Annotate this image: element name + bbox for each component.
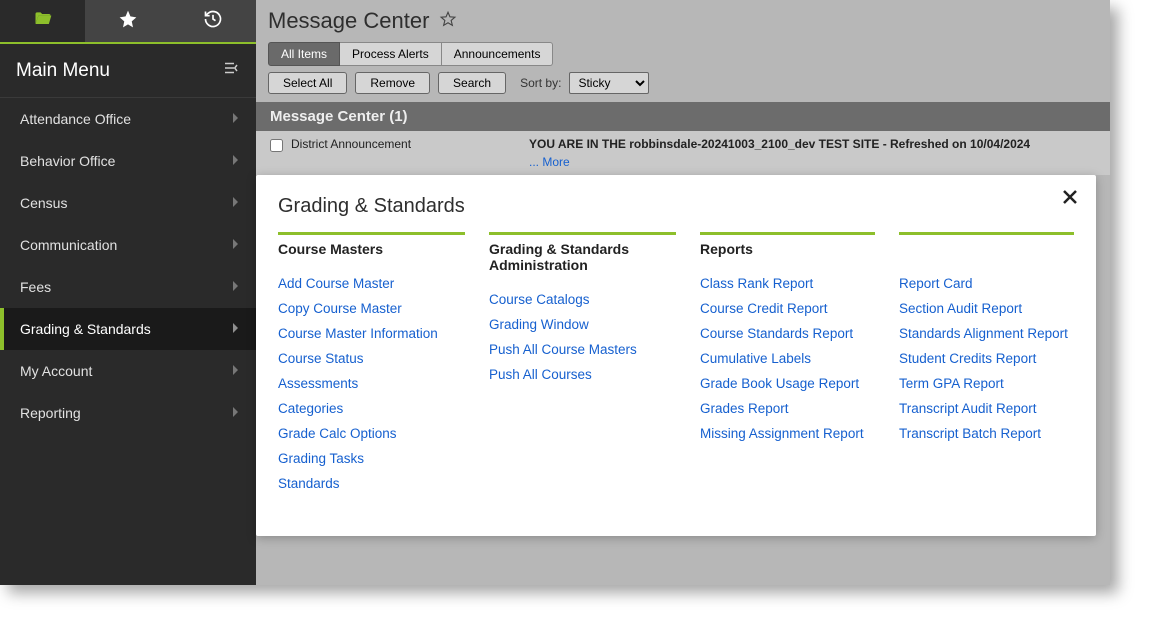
history-tab[interactable] <box>171 0 256 42</box>
link-grading-window[interactable]: Grading Window <box>489 312 676 337</box>
sidebar-item-communication[interactable]: Communication <box>0 224 256 266</box>
sort-by-label: Sort by: <box>520 76 561 90</box>
main-menu-title: Main Menu <box>16 60 110 82</box>
sidebar-item-grading-standards[interactable]: Grading & Standards <box>0 308 256 350</box>
collapse-icon[interactable] <box>222 59 240 82</box>
page-title: Message Center <box>268 8 429 34</box>
link-grade-book-usage-report[interactable]: Grade Book Usage Report <box>700 371 875 396</box>
star-icon <box>118 9 138 34</box>
link-list: Report Card Section Audit Report Standar… <box>899 271 1074 446</box>
chevron-right-icon <box>232 195 240 211</box>
sidebar-item-fees[interactable]: Fees <box>0 266 256 308</box>
link-section-audit-report[interactable]: Section Audit Report <box>899 296 1074 321</box>
link-cumulative-labels[interactable]: Cumulative Labels <box>700 346 875 371</box>
sidebar-item-my-account[interactable]: My Account <box>0 350 256 392</box>
favorite-star-icon[interactable] <box>439 10 457 33</box>
sidebar-item-label: My Account <box>20 363 92 379</box>
sidebar-item-label: Behavior Office <box>20 153 115 169</box>
sidebar: Main Menu Attendance Office Behavior Off… <box>0 0 256 585</box>
link-course-status[interactable]: Course Status <box>278 346 465 371</box>
message-title: District Announcement <box>291 137 521 151</box>
message-body: YOU ARE IN THE robbinsdale-20241003_2100… <box>529 137 1096 169</box>
link-course-credit-report[interactable]: Course Credit Report <box>700 296 875 321</box>
chevron-right-icon <box>232 237 240 253</box>
close-icon <box>1062 192 1078 209</box>
link-list: Add Course Master Copy Course Master Cou… <box>278 271 465 496</box>
message-center-section-head: Message Center (1) <box>256 102 1110 131</box>
col-head-blank <box>899 232 1074 263</box>
flyout-title: Grading & Standards <box>278 195 1074 218</box>
search-button[interactable]: Search <box>438 72 506 94</box>
link-copy-course-master[interactable]: Copy Course Master <box>278 296 465 321</box>
link-push-all-course-masters[interactable]: Push All Course Masters <box>489 337 676 362</box>
link-list: Class Rank Report Course Credit Report C… <box>700 271 875 446</box>
grading-standards-flyout: Grading & Standards Course Masters Add C… <box>256 175 1096 536</box>
main-menu-header: Main Menu <box>0 44 256 98</box>
sort-select[interactable]: Sticky <box>569 72 649 94</box>
message-row[interactable]: District Announcement YOU ARE IN THE rob… <box>256 131 1110 175</box>
more-link[interactable]: ... More <box>529 155 570 169</box>
sidebar-topbar <box>0 0 256 44</box>
flyout-columns: Course Masters Add Course Master Copy Co… <box>278 232 1074 496</box>
link-course-standards-report[interactable]: Course Standards Report <box>700 321 875 346</box>
chevron-right-icon <box>232 363 240 379</box>
sidebar-item-label: Census <box>20 195 67 211</box>
history-icon <box>203 9 223 34</box>
sidebar-item-attendance-office[interactable]: Attendance Office <box>0 98 256 140</box>
col-head: Reports <box>700 232 875 263</box>
link-assessments[interactable]: Assessments <box>278 371 465 396</box>
link-standards[interactable]: Standards <box>278 471 465 496</box>
folder-open-icon <box>33 9 53 34</box>
sidebar-item-label: Fees <box>20 279 51 295</box>
link-grade-calc-options[interactable]: Grade Calc Options <box>278 421 465 446</box>
chevron-right-icon <box>232 111 240 127</box>
link-course-catalogs[interactable]: Course Catalogs <box>489 287 676 312</box>
link-transcript-batch-report[interactable]: Transcript Batch Report <box>899 421 1074 446</box>
link-report-card[interactable]: Report Card <box>899 271 1074 296</box>
link-push-all-courses[interactable]: Push All Courses <box>489 362 676 387</box>
chevron-right-icon <box>232 279 240 295</box>
sidebar-item-reporting[interactable]: Reporting <box>0 392 256 434</box>
sidebar-item-census[interactable]: Census <box>0 182 256 224</box>
sidebar-item-behavior-office[interactable]: Behavior Office <box>0 140 256 182</box>
remove-button[interactable]: Remove <box>355 72 430 94</box>
link-class-rank-report[interactable]: Class Rank Report <box>700 271 875 296</box>
chevron-right-icon <box>232 405 240 421</box>
message-checkbox[interactable] <box>270 139 283 152</box>
link-grades-report[interactable]: Grades Report <box>700 396 875 421</box>
link-missing-assignment-report[interactable]: Missing Assignment Report <box>700 421 875 446</box>
tab-all-items[interactable]: All Items <box>268 42 340 66</box>
link-course-master-information[interactable]: Course Master Information <box>278 321 465 346</box>
sidebar-item-label: Communication <box>20 237 117 253</box>
col-head: Course Masters <box>278 232 465 263</box>
link-categories[interactable]: Categories <box>278 396 465 421</box>
col-reports: Reports Class Rank Report Course Credit … <box>700 232 1074 496</box>
tab-process-alerts[interactable]: Process Alerts <box>340 42 442 66</box>
menu-list: Attendance Office Behavior Office Census… <box>0 98 256 434</box>
col-head: Grading & Standards Administration <box>489 232 676 279</box>
sidebar-item-label: Grading & Standards <box>20 321 151 337</box>
sidebar-item-label: Attendance Office <box>20 111 131 127</box>
select-all-button[interactable]: Select All <box>268 72 347 94</box>
link-list: Course Catalogs Grading Window Push All … <box>489 287 676 387</box>
message-center-header: Message Center <box>256 0 1110 38</box>
favorites-tab[interactable] <box>85 0 170 42</box>
tab-announcements[interactable]: Announcements <box>442 42 554 66</box>
sidebar-item-label: Reporting <box>20 405 81 421</box>
link-term-gpa-report[interactable]: Term GPA Report <box>899 371 1074 396</box>
link-student-credits-report[interactable]: Student Credits Report <box>899 346 1074 371</box>
col-grading-standards-admin: Grading & Standards Administration Cours… <box>489 232 676 496</box>
link-standards-alignment-report[interactable]: Standards Alignment Report <box>899 321 1074 346</box>
message-center-tabs: All Items Process Alerts Announcements <box>268 42 1098 66</box>
link-transcript-audit-report[interactable]: Transcript Audit Report <box>899 396 1074 421</box>
col-course-masters: Course Masters Add Course Master Copy Co… <box>278 232 465 496</box>
chevron-right-icon <box>232 321 240 337</box>
action-row: Select All Remove Search Sort by: Sticky <box>256 72 1110 102</box>
link-add-course-master[interactable]: Add Course Master <box>278 271 465 296</box>
folder-tab[interactable] <box>0 0 85 42</box>
chevron-right-icon <box>232 153 240 169</box>
close-button[interactable] <box>1062 189 1078 210</box>
message-body-text: YOU ARE IN THE robbinsdale-20241003_2100… <box>529 137 1030 151</box>
link-grading-tasks[interactable]: Grading Tasks <box>278 446 465 471</box>
